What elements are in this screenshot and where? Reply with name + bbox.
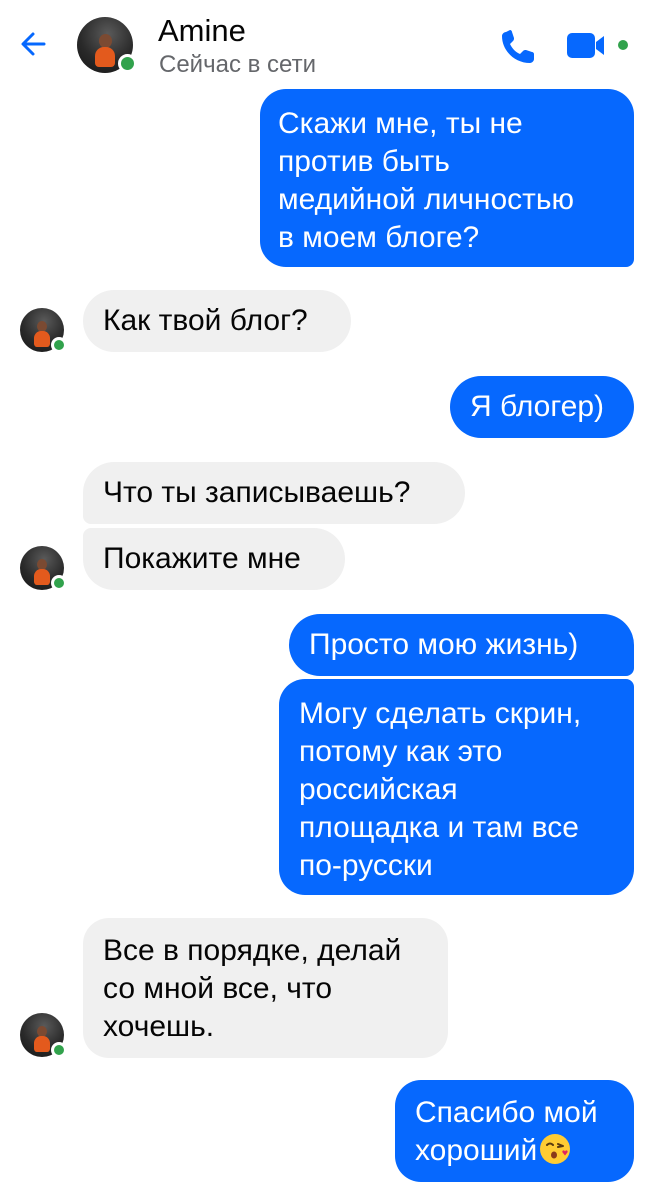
message-bubble-outgoing[interactable]: Я блогер) — [450, 376, 634, 438]
message-bubble-incoming[interactable]: Что ты записываешь? — [83, 462, 465, 524]
message-bubble-incoming[interactable]: Все в порядке, делай со мной все, что хо… — [83, 918, 448, 1058]
avatar-shirt — [34, 569, 50, 585]
message-bubble-outgoing[interactable]: Скажи мне, ты не против быть медийной ли… — [260, 89, 634, 267]
contact-avatar-small[interactable] — [20, 1013, 67, 1058]
chat-header: Amine Сейчас в сети — [0, 0, 647, 84]
voice-call-button[interactable] — [496, 26, 540, 66]
message-bubble-outgoing[interactable]: Просто мою жизнь) — [289, 614, 634, 676]
message-bubble-incoming[interactable]: Как твой блог? — [83, 290, 351, 352]
contact-name[interactable]: Amine — [158, 12, 246, 50]
contact-status: Сейчас в сети — [159, 51, 316, 78]
contact-avatar-small[interactable] — [20, 546, 67, 591]
avatar-shirt — [34, 331, 50, 347]
message-bubble-outgoing[interactable]: Могу сделать скрин, потому как это росси… — [279, 679, 634, 895]
online-status-dot — [51, 1042, 67, 1058]
online-status-dot — [51, 337, 67, 353]
message-bubble-outgoing[interactable]: Спасибо мой хороший — [395, 1080, 634, 1182]
arrow-left-icon — [21, 32, 46, 56]
avatar-shirt — [95, 47, 115, 67]
contact-avatar[interactable] — [77, 17, 137, 73]
avatar-head — [99, 34, 112, 48]
phone-icon — [502, 30, 534, 63]
video-camera-icon — [567, 33, 628, 58]
contact-avatar-small[interactable] — [20, 308, 67, 353]
back-button[interactable] — [14, 24, 54, 64]
video-call-button[interactable] — [564, 26, 632, 66]
avatar-shirt — [34, 1036, 50, 1052]
online-status-dot — [51, 575, 67, 591]
online-status-dot — [118, 54, 137, 73]
kissing-face-icon — [540, 1134, 571, 1164]
message-bubble-incoming[interactable]: Покажите мне — [83, 528, 345, 590]
